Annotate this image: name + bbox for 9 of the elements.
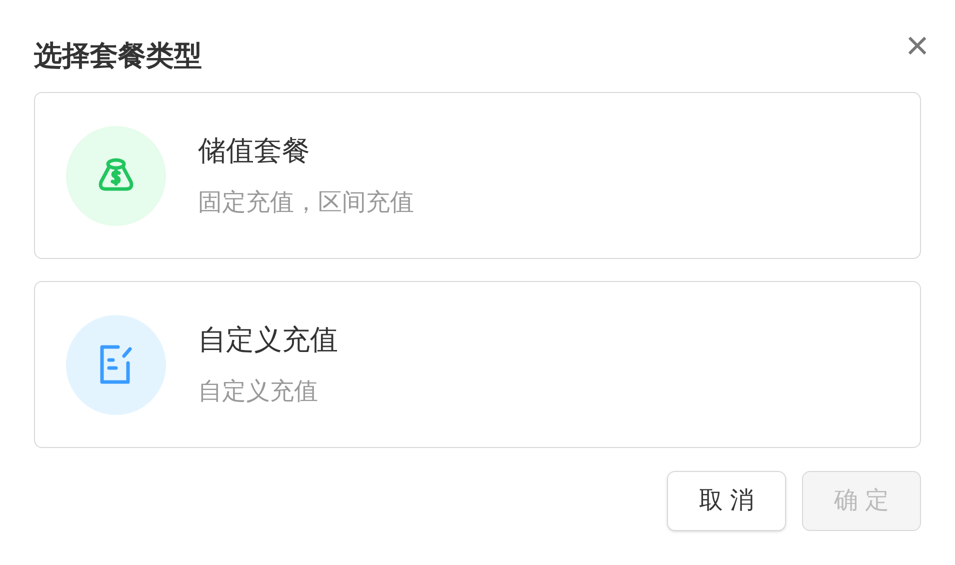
option-description: 自定义充值 — [198, 376, 319, 406]
cancel-button[interactable]: 取 消 — [667, 471, 786, 531]
option-title: 自定义充值 — [198, 322, 338, 356]
dialog-title: 选择套餐类型 — [34, 39, 202, 73]
option-title: 储值套餐 — [198, 134, 311, 168]
package-option-card[interactable]: 储值套餐 固定充值，区间充值 — [34, 92, 921, 259]
close-button[interactable]: × — [906, 32, 929, 60]
option-description: 固定充值，区间充值 — [198, 188, 414, 218]
package-option-card[interactable]: 自定义充值 自定义充值 — [34, 281, 921, 448]
